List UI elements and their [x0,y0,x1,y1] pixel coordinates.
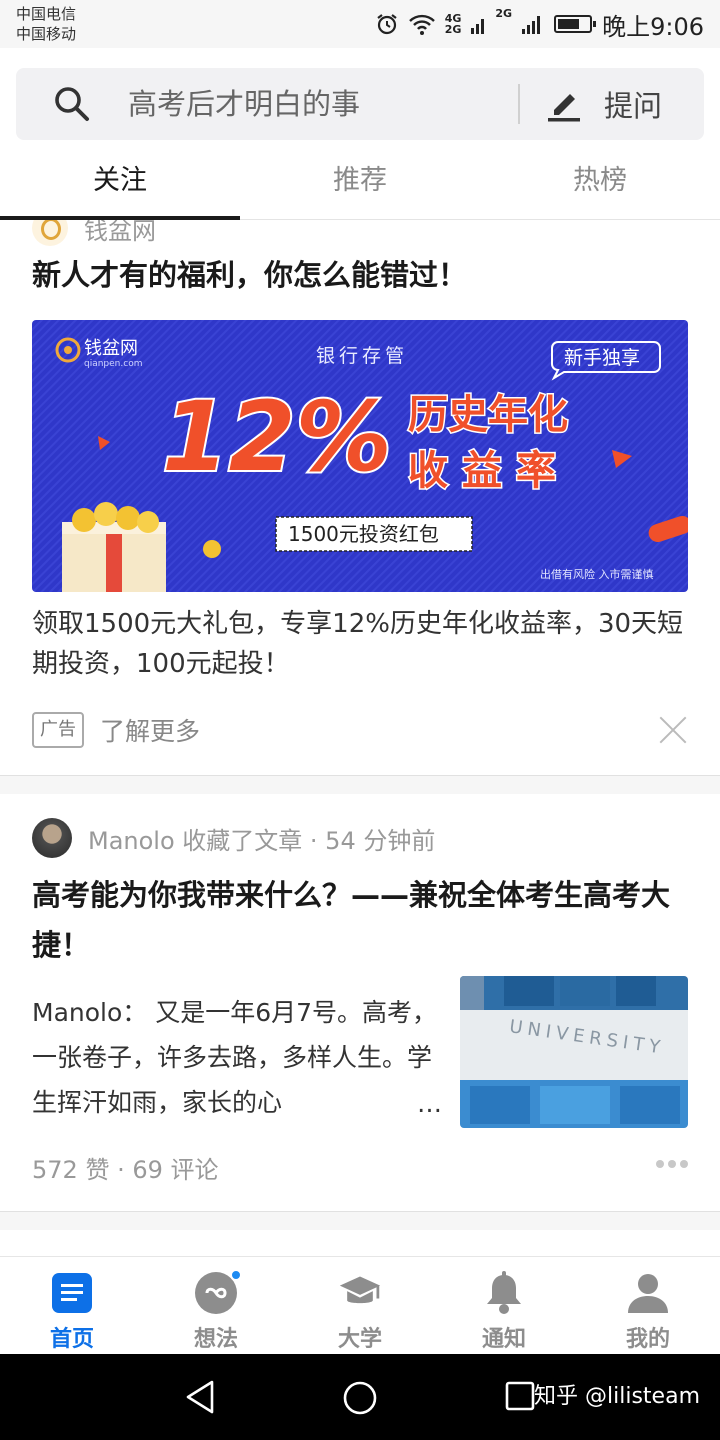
ad-banner-image: 钱盆网 qianpen.com 银行存管 新手独享 12% 历史年化 收益率 1… [32,320,688,592]
close-icon[interactable] [658,715,688,745]
source-logo [32,220,68,246]
alarm-icon [377,14,397,35]
nav-ideas[interactable]: 想法 [144,1257,288,1354]
banner-logo-text: 钱盆网 [84,338,138,359]
status-icons: 4G 2G 2G 晚上9:06 [375,7,704,41]
search-icon [55,87,89,121]
user-icon [626,1271,670,1315]
wifi-icon [408,14,435,35]
ad-title[interactable]: 新人才有的福利，你怎么能错过！ [32,252,467,294]
nav-notifications[interactable]: 通知 [432,1257,576,1354]
nav-label-ideas: 想法 [193,1327,238,1352]
network-label-2: 2G [444,23,462,36]
nav-profile[interactable]: 我的 [576,1257,720,1354]
tab-following[interactable]: 关注 [0,152,240,220]
article-excerpt: Manolo： 又是一年6月7号。高考，一张卷子，许多去路，多样人生。学生挥汗如… [32,998,438,1117]
bottom-nav: 首页 想法 大学 通知 我的 [0,1256,720,1354]
ad-tag: 广告 [32,712,84,748]
article-meta-row: Manolo 收藏了文章 · 54 分钟前 [32,818,435,858]
carrier-2: 中国移动 [16,25,77,43]
header: 提问 关注 推荐 热榜 [0,48,720,220]
signal-icon-2 [522,16,541,34]
feed[interactable]: 钱盆网 新人才有的福利，你怎么能错过！ 钱盆网 qianpen.com 银行存管 [0,220,720,1256]
banner-logo-domain: qianpen.com [84,359,142,369]
pencil-icon [548,94,580,122]
battery-level [558,19,580,29]
recents-icon[interactable] [504,1380,536,1412]
banner-packet: 1500元投资红包 [288,522,439,546]
nav-label-university: 大学 [337,1327,382,1352]
home-circle-icon[interactable] [342,1380,378,1416]
article-stats: 572 赞 · 69 评论 [32,1156,219,1184]
nav-label-home: 首页 [49,1327,94,1352]
signal-icon-1 [471,19,485,34]
network-label-3: 2G [495,7,513,20]
nav-label-notifications: 通知 [481,1327,526,1352]
ideas-icon [194,1269,242,1315]
article-thumbnail[interactable]: UNIVERSITY [460,976,688,1128]
ad-source-row: 钱盆网 [32,220,156,248]
excerpt-ellipsis: … [415,1081,440,1126]
banner-rate-desc-2: 收益率 [408,448,570,494]
nav-home[interactable]: 首页 [0,1257,144,1354]
tab-hot-list[interactable]: 热榜 [480,152,720,219]
more-options-icon[interactable] [656,1160,688,1168]
ask-label: 提问 [604,89,663,123]
search-bar[interactable]: 提问 [16,68,704,140]
search-input[interactable] [128,84,508,124]
watermark: 知乎 @lilisteam [534,1384,700,1409]
ad-card[interactable]: 钱盆网 新人才有的福利，你怎么能错过！ 钱盆网 qianpen.com 银行存管 [0,220,720,776]
banner-disclaimer: 出借有风险 入市需谨慎 [540,567,654,581]
graduation-cap-icon [338,1271,382,1315]
banner-rate-desc-1: 历史年化 [408,392,568,438]
home-icon [50,1271,94,1315]
feed-tabs: 关注 推荐 热榜 [0,152,720,220]
network-type-1: 4G 2G [445,13,462,35]
banner-rate: 12% [162,381,392,493]
avatar[interactable] [32,818,72,858]
search-divider [518,84,520,124]
article-meta: Manolo 收藏了文章 · 54 分钟前 [88,826,436,855]
article-thumbnail-image: UNIVERSITY [460,976,688,1128]
nav-university[interactable]: 大学 [288,1257,432,1354]
article-excerpt-box[interactable]: Manolo： 又是一年6月7号。高考，一张卷子，许多去路，多样人生。学生挥汗如… [32,990,440,1126]
back-icon[interactable] [184,1380,216,1414]
ad-footer: 广告 了解更多 [32,710,688,750]
learn-more-link[interactable]: 了解更多 [100,712,200,748]
system-nav-bar: 知乎 @lilisteam [0,1354,720,1440]
clock: 晚上9:06 [602,12,704,41]
carrier-1: 中国电信 [16,5,77,23]
new-dot [230,1269,242,1281]
tab-recommended[interactable]: 推荐 [240,152,480,219]
battery-icon [554,15,597,33]
banner-top-text: 银行存管 [316,345,408,367]
source-name: 钱盆网 [84,220,156,245]
status-bar: 中国电信 中国移动 4G 2G 2G 晚上9:06 [0,0,720,48]
article-card[interactable]: Manolo 收藏了文章 · 54 分钟前 高考能为你我带来什么？——兼祝全体考… [0,794,720,1212]
ad-description: 领取1500元大礼包，专享12%历史年化收益率，30天短期投资，100元起投！ [32,609,684,679]
ad-banner[interactable]: 钱盆网 qianpen.com 银行存管 新手独享 12% 历史年化 收益率 1… [32,320,688,592]
bell-icon [482,1271,526,1315]
nav-label-profile: 我的 [625,1327,670,1352]
next-card[interactable] [0,1230,720,1256]
ask-button[interactable]: 提问 [544,68,694,140]
carrier-info: 中国电信 中国移动 [16,4,76,44]
article-title[interactable]: 高考能为你我带来什么？——兼祝全体考生高考大捷！ [32,870,682,970]
banner-badge: 新手独享 [564,347,640,369]
